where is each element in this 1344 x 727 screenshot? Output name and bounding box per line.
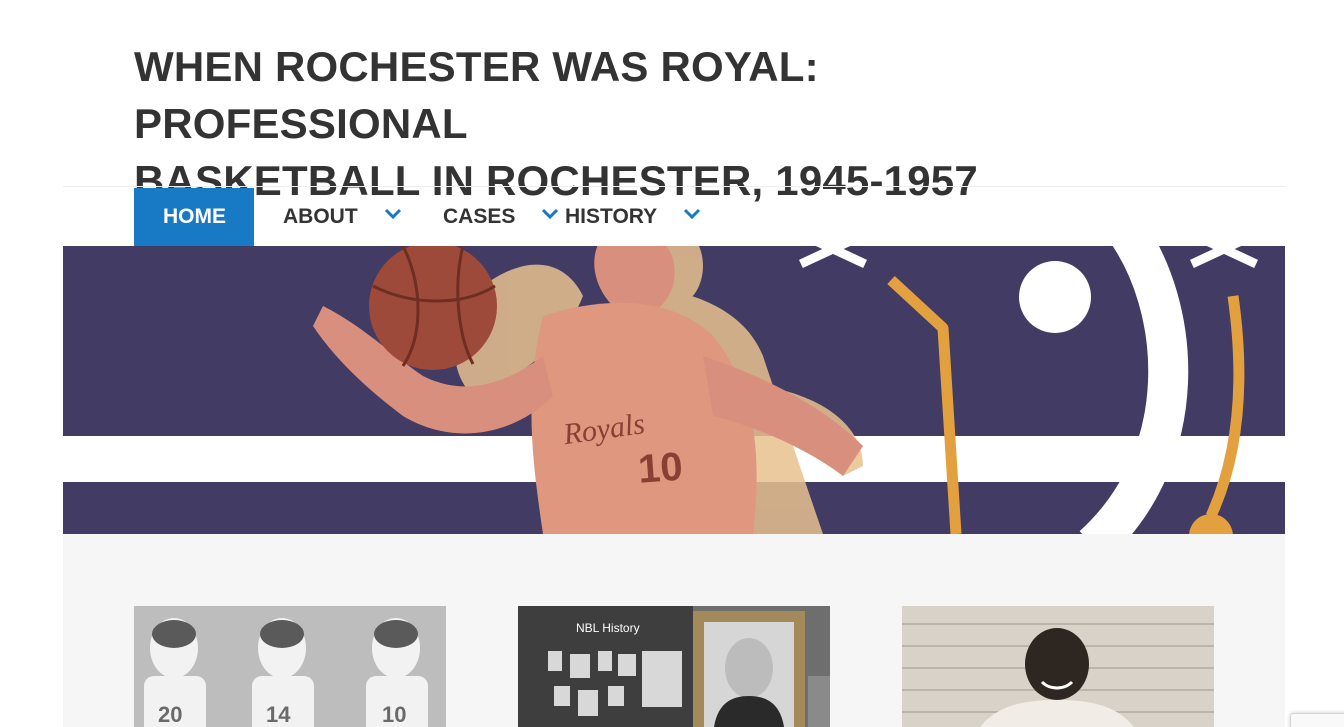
nav-item-history-label: HISTORY [565,205,658,228]
svg-text:20: 20 [158,702,182,727]
hero-banner: Royals 10 [63,246,1285,534]
play-dot [1019,261,1091,333]
recaptcha-badge[interactable] [1290,713,1344,727]
feature-card-player-portrait[interactable] [902,606,1214,727]
nav-item-history[interactable]: HISTORY [565,188,745,246]
nav-item-about[interactable]: ABOUT [254,188,413,246]
basketball [369,246,497,370]
nav-item-home[interactable]: HOME [134,188,254,246]
chevron-down-icon[interactable] [541,208,559,220]
feature-card-team-photo[interactable]: 20 14 10 [134,606,446,727]
nav-item-home-label: HOME [163,205,226,228]
jersey-number: 10 [637,445,684,492]
nbl-exhibit-image[interactable]: NBL History [518,606,830,727]
nav-item-cases-label: CASES [443,205,516,228]
nav-item-about-label: ABOUT [283,205,358,228]
site-title[interactable]: WHEN ROCHESTER WAS ROYAL: PROFESSIONAL B… [134,38,1094,209]
chevron-down-icon[interactable] [384,208,402,220]
chevron-down-icon[interactable] [683,208,701,220]
site-title-line-1[interactable]: WHEN ROCHESTER WAS ROYAL: PROFESSIONAL [134,43,819,147]
main-navigation: HOME ABOUT CASES HISTORY [134,188,745,246]
svg-text:10: 10 [382,702,406,727]
team-photo-image[interactable]: 20 14 10 [134,606,446,727]
svg-text:14: 14 [266,702,291,727]
player-portrait-image[interactable] [902,606,1214,727]
nav-divider [63,186,1285,187]
nav-item-cases[interactable]: CASES [413,188,565,246]
hero-illustration: Royals 10 [63,246,1285,534]
exhibit-sign: NBL History [576,621,640,635]
feature-card-nbl-history[interactable]: NBL History [518,606,830,727]
